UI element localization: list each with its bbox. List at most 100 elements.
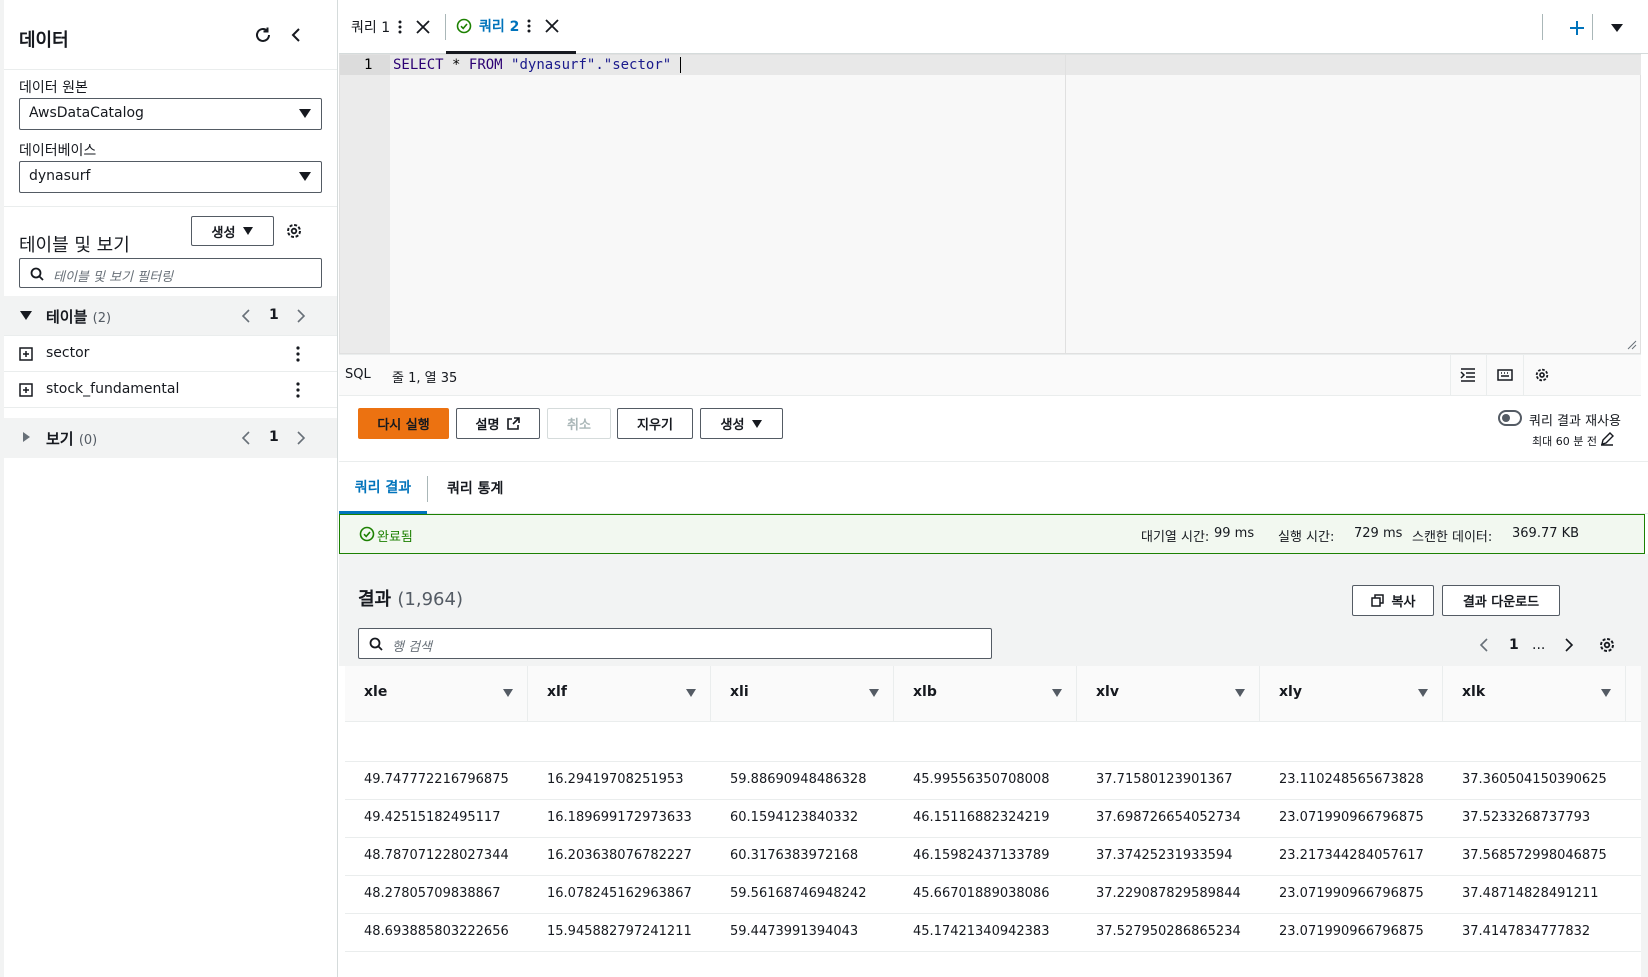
sql-code[interactable]: SELECT * FROM "dynasurf"."sector" ​ (393, 57, 681, 73)
tables-filter-input[interactable]: 테이블 및 보기 필터링 (19, 258, 322, 288)
collapse-panel-icon[interactable] (283, 22, 309, 48)
tab-query-1[interactable]: 쿼리 1 (343, 0, 441, 54)
chevron-right-icon[interactable] (1561, 638, 1575, 652)
table-row[interactable]: 49.42515182495117 16.189699172973633 60.15… (345, 798, 1641, 838)
chevron-right-icon[interactable] (293, 431, 307, 445)
sort-filter-icon[interactable] (1235, 689, 1245, 697)
edit-pencil-icon[interactable] (1600, 432, 1614, 446)
expand-plus-icon[interactable] (19, 347, 33, 361)
close-icon[interactable] (416, 20, 430, 34)
scanned-data-value: 369.77 KB (1512, 526, 1580, 541)
data-source-select[interactable]: AwsDataCatalog (19, 98, 322, 130)
table-cell: 37.4147834777832 (1462, 924, 1591, 939)
table-row[interactable]: 48.787071228027344 16.203638076782227 60.3… (345, 836, 1641, 876)
tables-group-row[interactable]: 테이블 (2) 1 (4, 296, 337, 336)
column-header-xlf[interactable]: xlf (528, 666, 711, 722)
cancel-button[interactable]: 취소 (547, 408, 611, 439)
copy-button[interactable]: 복사 (1352, 585, 1434, 616)
table-row[interactable]: 48.27805709838867 16.078245162963867 59.56… (345, 874, 1641, 914)
table-settings-gear-icon[interactable] (1598, 636, 1616, 654)
table-row[interactable] (345, 722, 1641, 762)
caret-down-icon (299, 109, 311, 118)
database-value: dynasurf (29, 168, 91, 184)
views-page-number[interactable]: 1 (269, 429, 279, 445)
table-cell: 23.217344284057617 (1279, 848, 1424, 863)
sort-filter-icon[interactable] (869, 689, 879, 697)
scanned-data-label: 스캔한 데이터: (1412, 530, 1493, 545)
table-cell: 46.15982437133789 (913, 848, 1050, 863)
data-source-value: AwsDataCatalog (29, 105, 144, 121)
more-vertical-icon[interactable] (527, 19, 531, 33)
column-header-xlv[interactable]: xlv (1077, 666, 1260, 722)
reuse-results-toggle[interactable] (1498, 410, 1522, 426)
table-cell: 49.42515182495117 (364, 810, 501, 825)
create-table-button[interactable]: 생성 (191, 216, 274, 246)
format-indent-icon[interactable] (1460, 367, 1476, 383)
table-row[interactable]: 48.693885803222656 15.945882797241211 59.4… (345, 912, 1641, 952)
table-cell: 37.360504150390625 (1462, 772, 1607, 787)
table-cell: 37.71580123901367 (1096, 772, 1233, 787)
expand-plus-icon[interactable] (19, 383, 33, 397)
explain-label: 설명 (475, 418, 500, 433)
table-cell: 60.1594123840332 (730, 810, 859, 825)
row-search-input[interactable]: 행 검색 (358, 628, 992, 659)
reuse-results-sub: 최대 60 분 전 (1532, 435, 1597, 448)
tab-query-2[interactable]: 쿼리 2 (446, 0, 576, 54)
column-header-xle[interactable]: xle (345, 666, 528, 722)
more-vertical-icon[interactable] (398, 20, 402, 34)
tab-query-results[interactable]: 쿼리 결과 (339, 462, 427, 514)
success-check-icon (456, 18, 472, 33)
print-margin (1065, 55, 1066, 353)
rerun-button[interactable]: 다시 실행 (358, 408, 449, 439)
tab-menu-caret-icon[interactable] (1611, 24, 1623, 32)
sql-editor[interactable]: 1 SELECT * FROM "dynasurf"."sector" ​ (339, 54, 1641, 354)
create-button[interactable]: 생성 (700, 408, 783, 439)
table-row[interactable]: 49.747772216796875 16.29419708251953 59.88… (345, 760, 1641, 800)
views-group-row[interactable]: 보기 (0) 1 (4, 418, 337, 458)
refresh-icon[interactable] (250, 22, 276, 48)
table-item-sector[interactable]: sector (4, 336, 337, 372)
table-cell: 37.568572998046875 (1462, 848, 1607, 863)
chevron-right-icon[interactable] (293, 309, 307, 323)
table-cell: 48.693885803222656 (364, 924, 509, 939)
more-vertical-icon[interactable] (296, 382, 300, 398)
table-cell: 45.17421340942383 (913, 924, 1050, 939)
clear-button[interactable]: 지우기 (617, 408, 693, 439)
database-select[interactable]: dynasurf (19, 161, 322, 193)
table-cell: 45.99556350708008 (913, 772, 1050, 787)
data-source-label: 데이터 원본 (19, 80, 88, 96)
query-tab-bar: 쿼리 1 쿼리 2 (339, 0, 1648, 54)
tables-page-number[interactable]: 1 (269, 307, 279, 323)
chevron-left-icon[interactable] (240, 309, 254, 323)
sort-filter-icon[interactable] (503, 689, 513, 697)
download-results-button[interactable]: 결과 다운로드 (1442, 585, 1560, 616)
sort-filter-icon[interactable] (1601, 689, 1611, 697)
more-vertical-icon[interactable] (296, 346, 300, 362)
tab-query-stats[interactable]: 쿼리 통계 (447, 462, 503, 514)
expand-caret-icon (20, 311, 32, 320)
chevron-left-icon[interactable] (1478, 638, 1492, 652)
column-header-xlb[interactable]: xlb (894, 666, 1077, 722)
results-page-number[interactable]: 1 (1509, 637, 1519, 653)
resize-handle-icon[interactable] (1627, 340, 1637, 350)
table-cell: 60.3176383972168 (730, 848, 859, 863)
success-check-icon (359, 526, 375, 542)
chevron-left-icon[interactable] (240, 431, 254, 445)
keyboard-icon[interactable] (1497, 367, 1513, 383)
sort-filter-icon[interactable] (1052, 689, 1062, 697)
search-icon (369, 637, 383, 655)
column-header-xlk[interactable]: xlk (1443, 666, 1626, 722)
explain-button[interactable]: 설명 (456, 408, 540, 439)
settings-gear-icon[interactable] (281, 218, 307, 244)
sort-filter-icon[interactable] (686, 689, 696, 697)
close-icon[interactable] (545, 18, 560, 33)
table-cell: 37.5233268737793 (1462, 810, 1591, 825)
column-header-xly[interactable]: xly (1260, 666, 1443, 722)
editor-settings-gear-icon[interactable] (1534, 367, 1550, 383)
table-item-stock-fundamental[interactable]: stock_fundamental (4, 372, 337, 408)
add-tab-icon[interactable] (1569, 20, 1585, 36)
queue-time-label: 대기열 시간: (1141, 530, 1210, 545)
column-header-xli[interactable]: xli (711, 666, 894, 722)
sort-filter-icon[interactable] (1418, 689, 1428, 697)
reuse-results-label: 쿼리 결과 재사용 (1529, 414, 1621, 429)
